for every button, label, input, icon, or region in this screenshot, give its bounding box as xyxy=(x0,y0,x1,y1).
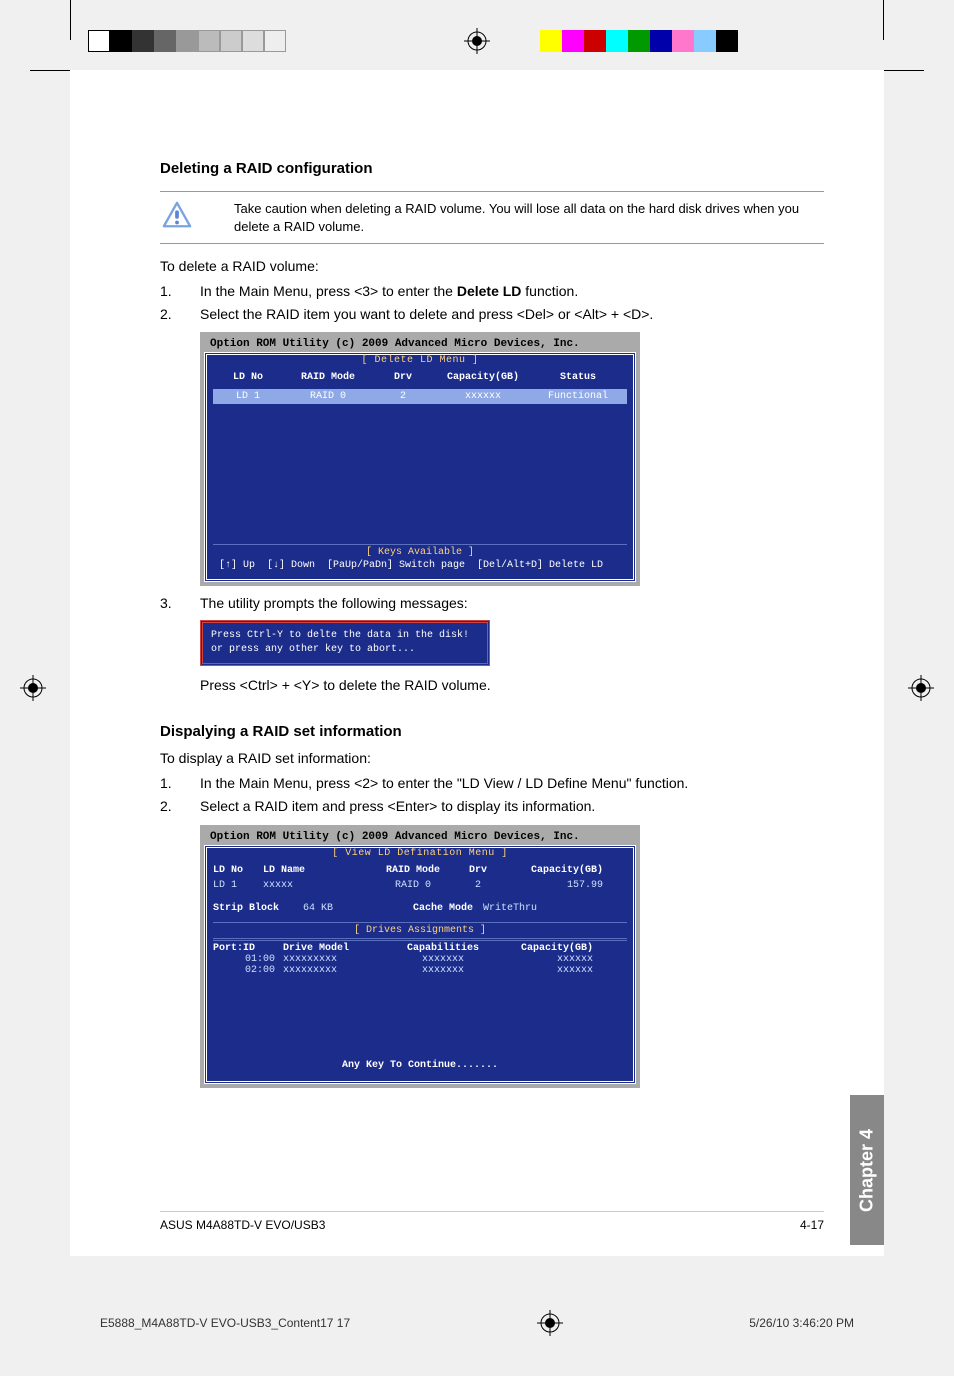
bios-any-key-prompt: Any Key To Continue....... xyxy=(213,1056,627,1077)
slug-timestamp: 5/26/10 3:46:20 PM xyxy=(749,1316,854,1330)
page-footer: ASUS M4A88TD-V EVO/USB3 4-17 xyxy=(160,1211,824,1232)
display-step-2: 2. Select a RAID item and press <Enter> … xyxy=(160,797,824,817)
footer-left: ASUS M4A88TD-V EVO/USB3 xyxy=(160,1218,325,1232)
slug-filename: E5888_M4A88TD-V EVO-USB3_Content17 17 xyxy=(100,1316,350,1330)
chapter-tab: Chapter 4 xyxy=(850,1095,884,1245)
step-2: 2. Select the RAID item you want to dele… xyxy=(160,305,824,325)
step-3: 3. The utility prompts the following mes… xyxy=(160,594,824,614)
print-slug: E5888_M4A88TD-V EVO-USB3_Content17 17 5/… xyxy=(100,1310,854,1336)
delete-intro: To delete a RAID volume: xyxy=(160,258,824,274)
bios-menu-label: [ View LD Defination Menu ] xyxy=(213,848,627,859)
drives-assignments-label: [ Drives Assignments ] xyxy=(213,922,627,941)
display-step-1: 1. In the Main Menu, press <2> to enter … xyxy=(160,774,824,794)
bios-ld-row: LD 1 xxxxx RAID 0 2 157.99 xyxy=(213,878,627,893)
step-3-after: Press <Ctrl> + <Y> to delete the RAID vo… xyxy=(160,676,824,696)
step-1: 1. In the Main Menu, press <3> to enter … xyxy=(160,282,824,302)
bios-title: Option ROM Utility (c) 2009 Advanced Mic… xyxy=(204,336,636,352)
bios-title: Option ROM Utility (c) 2009 Advanced Mic… xyxy=(204,829,636,845)
caution-icon xyxy=(160,200,194,230)
bios-selected-row[interactable]: LD 1 RAID 0 2 xxxxxx Functional xyxy=(213,389,627,404)
bios-column-headers: LD No LD Name RAID Mode Drv Capacity(GB) xyxy=(213,863,627,878)
drive-row: 02:00 xxxxxxxxx xxxxxxx xxxxxx xyxy=(213,965,627,976)
registration-mark-icon xyxy=(908,675,934,701)
bios-confirm-prompt: Press Ctrl-Y to delte the data in the di… xyxy=(200,620,490,666)
footer-right: 4-17 xyxy=(800,1218,824,1232)
page-container: Deleting a RAID configuration Take cauti… xyxy=(70,70,884,1256)
caution-text: Take caution when deleting a RAID volume… xyxy=(234,200,824,235)
registration-mark-icon xyxy=(464,28,490,54)
heading-display-raid: Dispalying a RAID set information xyxy=(160,723,824,740)
display-intro: To display a RAID set information: xyxy=(160,750,824,766)
bios-keys-label: [ Keys Available ] xyxy=(213,544,627,558)
registration-mark-icon xyxy=(20,675,46,701)
bios-menu-label: [ Delete LD Menu ] xyxy=(213,355,627,366)
bios-delete-ld-panel: Option ROM Utility (c) 2009 Advanced Mic… xyxy=(200,332,640,586)
bios-keys-row: [↑] Up [↓] Down [PaUp/PaDn] Switch page … xyxy=(213,558,627,575)
caution-callout: Take caution when deleting a RAID volume… xyxy=(160,191,824,244)
drives-assignments-headers: Port:ID Drive Model Capabilities Capacit… xyxy=(213,943,627,954)
bios-view-ld-panel: Option ROM Utility (c) 2009 Advanced Mic… xyxy=(200,825,640,1088)
bios-strip-cache-row: Strip Block 64 KB Cache Mode WriteThru xyxy=(213,901,627,916)
bios-column-headers: LD No RAID Mode Drv Capacity(GB) Status xyxy=(213,370,627,389)
drive-row: 01:00 xxxxxxxxx xxxxxxx xxxxxx xyxy=(213,954,627,965)
heading-delete-raid: Deleting a RAID configuration xyxy=(160,160,824,177)
registration-mark-icon xyxy=(537,1310,563,1336)
